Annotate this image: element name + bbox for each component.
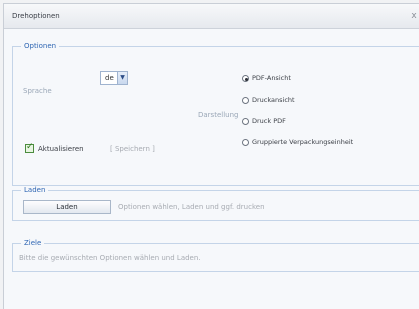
language-select[interactable]: de ▼: [100, 71, 128, 85]
chevron-down-icon[interactable]: ▼: [117, 72, 127, 84]
dialog-content: Optionen Sprache de ▼ Darstellung PDF-An…: [4, 29, 419, 309]
load-legend: Laden: [21, 186, 49, 194]
update-label: Aktualisieren: [38, 145, 84, 153]
goal-legend: Ziele: [21, 239, 45, 247]
radio-button[interactable]: [242, 139, 249, 146]
radio-label: Druckansicht: [252, 96, 295, 104]
save-link[interactable]: [ Speichern ]: [110, 145, 155, 153]
radio-button[interactable]: [242, 75, 249, 82]
load-group: Laden Laden Optionen wählen, Laden und g…: [12, 186, 419, 221]
radio-label: Druck PDF: [252, 117, 286, 125]
language-select-value: de: [105, 74, 114, 82]
radio-button[interactable]: [242, 97, 249, 104]
update-checkbox[interactable]: [25, 142, 34, 153]
display-label: Darstellung: [198, 111, 239, 119]
radio-label: PDF-Ansicht: [252, 74, 291, 82]
load-hint: Optionen wählen, Laden und ggf. drucken: [118, 203, 265, 211]
options-group: Optionen Sprache de ▼ Darstellung PDF-An…: [12, 42, 419, 186]
goal-group: Ziele Bitte die gewünschten Optionen wäh…: [12, 239, 419, 272]
close-icon[interactable]: x: [409, 10, 419, 22]
radio-button[interactable]: [242, 118, 249, 125]
options-legend: Optionen: [21, 42, 60, 50]
language-label: Sprache: [23, 87, 52, 95]
load-button[interactable]: Laden: [23, 200, 111, 214]
window-title: Drehoptionen: [12, 12, 60, 20]
dialog-window: Drehoptionen x Optionen Sprache de ▼ Dar…: [3, 3, 419, 309]
goal-text: Bitte die gewünschten Optionen wählen un…: [19, 254, 201, 262]
title-bar: Drehoptionen x: [4, 4, 419, 29]
radio-label: Gruppierte Verpackungseinheit: [252, 138, 354, 146]
